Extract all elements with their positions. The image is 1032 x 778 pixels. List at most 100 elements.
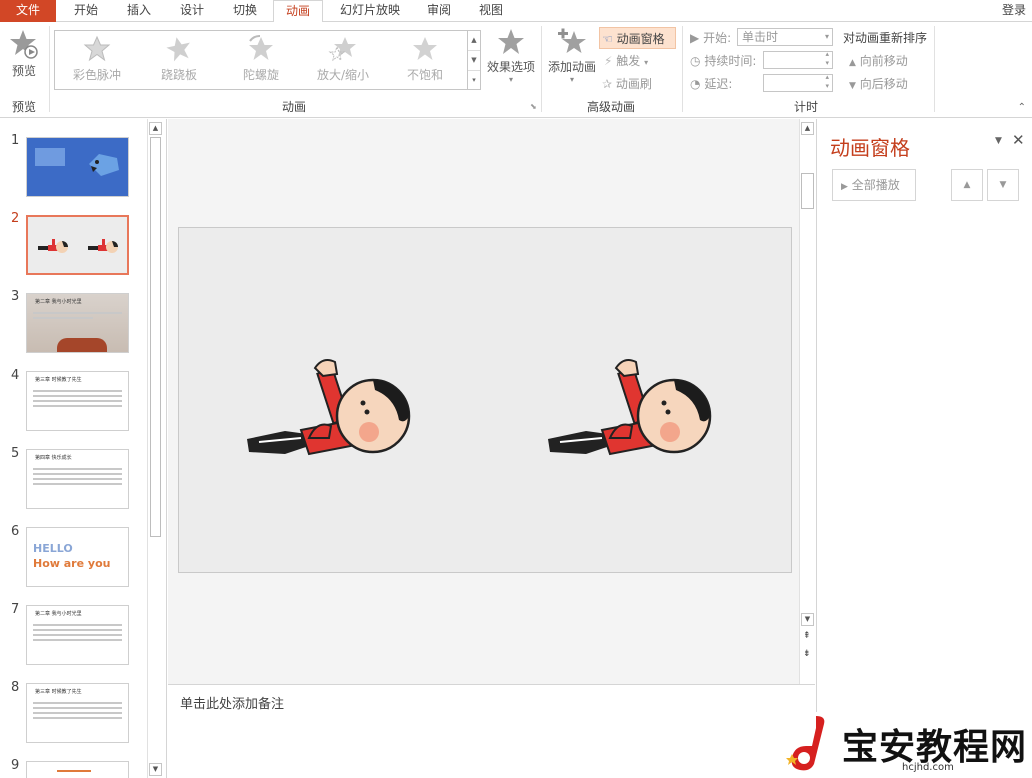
move-later-button[interactable]: ▼ 向后移动 — [849, 75, 908, 92]
animation-pane-button[interactable]: ☜ 动画窗格 — [599, 27, 676, 49]
slide-thumbnail-9[interactable] — [26, 761, 129, 778]
slide-thumbnail-8[interactable]: 第三章 时候教了先生 — [26, 683, 129, 743]
thumb-rectangle — [35, 148, 65, 166]
move-down-button[interactable]: ▼ — [987, 169, 1019, 201]
slide-edit-area[interactable] — [168, 119, 800, 684]
triangle-down-icon: ▼ — [999, 180, 1007, 190]
scroll-up-icon[interactable]: ▲ — [149, 122, 162, 135]
play-all-button[interactable]: ▶ 全部播放 — [832, 169, 916, 201]
clock-icon: ◷ — [690, 54, 701, 68]
tab-view[interactable]: 视图 — [468, 0, 514, 22]
slide-thumbnail-pane[interactable]: 1 2 3 第二章 我与小时光里 4 第三章 时候教了先生 5 第四章 快乐成长… — [0, 119, 167, 778]
cartoon-boy-image-right[interactable] — [546, 356, 718, 466]
move-earlier-button[interactable]: ▲ 向前移动 — [849, 52, 908, 69]
scroll-down-icon[interactable]: ▼ — [149, 763, 162, 776]
triangle-up-icon: ▲ — [963, 180, 971, 190]
next-slide-icon[interactable]: ⇟ — [803, 649, 811, 659]
slide-thumbnail-3[interactable]: 第二章 我与小时光里 — [26, 293, 129, 353]
thumb-line — [33, 400, 122, 402]
cartoon-boy-image-left[interactable] — [245, 356, 417, 466]
notes-pane[interactable]: 单击此处添加备注 — [168, 684, 815, 778]
teeter-icon — [166, 37, 190, 62]
slide-number: 2 — [11, 211, 20, 226]
gallery-item-teeter[interactable]: 跷跷板 — [139, 35, 219, 83]
animation-painter-icon: ✰ — [602, 77, 613, 91]
scroll-thumb[interactable] — [150, 137, 161, 537]
preview-button[interactable]: 预览 — [4, 28, 44, 79]
duration-spinner-icon[interactable]: ▴ ▾ — [825, 50, 829, 68]
scroll-down-icon[interactable]: ▼ — [801, 613, 814, 626]
reorder-title: 对动画重新排序 — [843, 31, 928, 45]
move-up-button[interactable]: ▲ — [951, 169, 983, 201]
group-label-timing: 计时 — [793, 100, 818, 114]
slide-thumbnail-4[interactable]: 第三章 时候教了先生 — [26, 371, 129, 431]
slide-number: 9 — [11, 758, 20, 773]
slide-thumbnail-7[interactable]: 第二章 我与小时光里 — [26, 605, 129, 665]
thumb-line — [33, 639, 122, 641]
thumb-line — [33, 717, 122, 719]
slide-thumbnail-5[interactable]: 第四章 快乐成长 — [26, 449, 129, 509]
thumb-line — [33, 483, 122, 485]
add-animation-dropdown-icon: ▾ — [569, 75, 574, 84]
close-icon[interactable]: ✕ — [1012, 131, 1025, 149]
thumb-line — [33, 624, 122, 626]
editor-scrollbar[interactable]: ▲ ▼ ⇞ ⇟ — [799, 119, 815, 684]
triangle-up-icon: ▲ — [849, 58, 856, 68]
ribbon-tab-bar: 文件 开始 插入 设计 切换 动画 幻灯片放映 审阅 视图 登录 — [0, 0, 1032, 23]
slide-thumbnail-1[interactable] — [26, 137, 129, 197]
tab-home[interactable]: 开始 — [62, 0, 110, 22]
effect-options-button[interactable]: 效果选项 ▾ — [484, 28, 538, 84]
animation-pane-title: 动画窗格 — [830, 136, 910, 160]
animation-gallery[interactable]: 彩色脉冲 跷跷板 陀螺旋 放大/缩小 不饱和 — [54, 30, 468, 90]
collapse-ribbon-icon[interactable]: ⌃ — [1018, 102, 1026, 113]
trigger-button[interactable]: ⚡ 触发 ▾ — [604, 52, 648, 69]
gallery-scroll-up-icon[interactable]: ▲ — [468, 31, 480, 51]
slide-thumbnail-2[interactable] — [26, 215, 129, 275]
fish-icon — [89, 154, 119, 176]
tab-insert[interactable]: 插入 — [116, 0, 162, 22]
gallery-scroll-down-icon[interactable]: ▼ — [468, 51, 480, 71]
thumb-line — [33, 390, 122, 392]
color-pulse-icon — [83, 33, 111, 62]
delay-input[interactable]: ▴ ▾ — [763, 73, 833, 92]
scroll-thumb[interactable] — [801, 173, 814, 209]
thumb-hello: HELLO — [33, 542, 73, 555]
gallery-more-icon[interactable]: ▾ — [468, 71, 480, 91]
gallery-item-color-pulse[interactable]: 彩色脉冲 — [57, 33, 137, 83]
tab-review[interactable]: 审阅 — [416, 0, 462, 22]
tab-slideshow[interactable]: 幻灯片放映 — [330, 0, 410, 22]
watermark-url: hcjhd.com — [902, 762, 954, 773]
add-animation-button[interactable]: 添加动画 ▾ — [545, 28, 599, 84]
slide-number: 8 — [11, 680, 20, 695]
delay-spinner-icon[interactable]: ▴ ▾ — [825, 73, 829, 91]
previous-slide-icon[interactable]: ⇞ — [803, 631, 811, 641]
ribbon: 预览 预览 彩色脉冲 跷跷板 陀螺旋 放大/缩小 不饱和 ▲ ▼ ▾ 效果选项 … — [0, 22, 1032, 118]
scroll-up-icon[interactable]: ▲ — [801, 122, 814, 135]
watermark-logo-icon — [786, 716, 825, 771]
gallery-item-desaturate[interactable]: 不饱和 — [385, 35, 465, 83]
divider — [682, 26, 683, 112]
login-link[interactable]: 登录 — [1002, 0, 1026, 21]
pane-options-icon[interactable]: ▼ — [995, 136, 1002, 146]
slide-thumbnail-6[interactable]: HELLO How are you — [26, 527, 129, 587]
gallery-scrollbar[interactable]: ▲ ▼ ▾ — [468, 30, 481, 90]
thumb-how-are-you: How are you — [33, 557, 111, 570]
slide-canvas[interactable] — [178, 227, 792, 573]
delay-clock-icon: ◔ — [690, 77, 701, 91]
tab-file[interactable]: 文件 — [0, 0, 56, 22]
thumb-line — [33, 473, 122, 475]
start-select[interactable]: 单击时 ▾ — [737, 28, 833, 46]
trigger-dropdown-icon: ▾ — [644, 58, 649, 67]
gallery-item-spin[interactable]: 陀螺旋 — [221, 34, 301, 83]
tab-transitions[interactable]: 切换 — [222, 0, 268, 22]
gallery-item-grow-shrink[interactable]: 放大/缩小 — [303, 35, 383, 83]
animation-pane-icon: ☜ — [602, 32, 613, 46]
animation-dialog-launcher-icon[interactable]: ⬊ — [530, 102, 537, 111]
duration-input[interactable]: ▴ ▾ — [763, 50, 833, 69]
tab-animations[interactable]: 动画 — [273, 0, 323, 23]
thumbnail-scrollbar[interactable]: ▲ ▼ — [147, 119, 163, 778]
thumb-line — [33, 478, 122, 480]
divider — [541, 26, 542, 112]
tab-design[interactable]: 设计 — [168, 0, 216, 22]
animation-painter-button[interactable]: ✰ 动画刷 — [602, 75, 652, 92]
